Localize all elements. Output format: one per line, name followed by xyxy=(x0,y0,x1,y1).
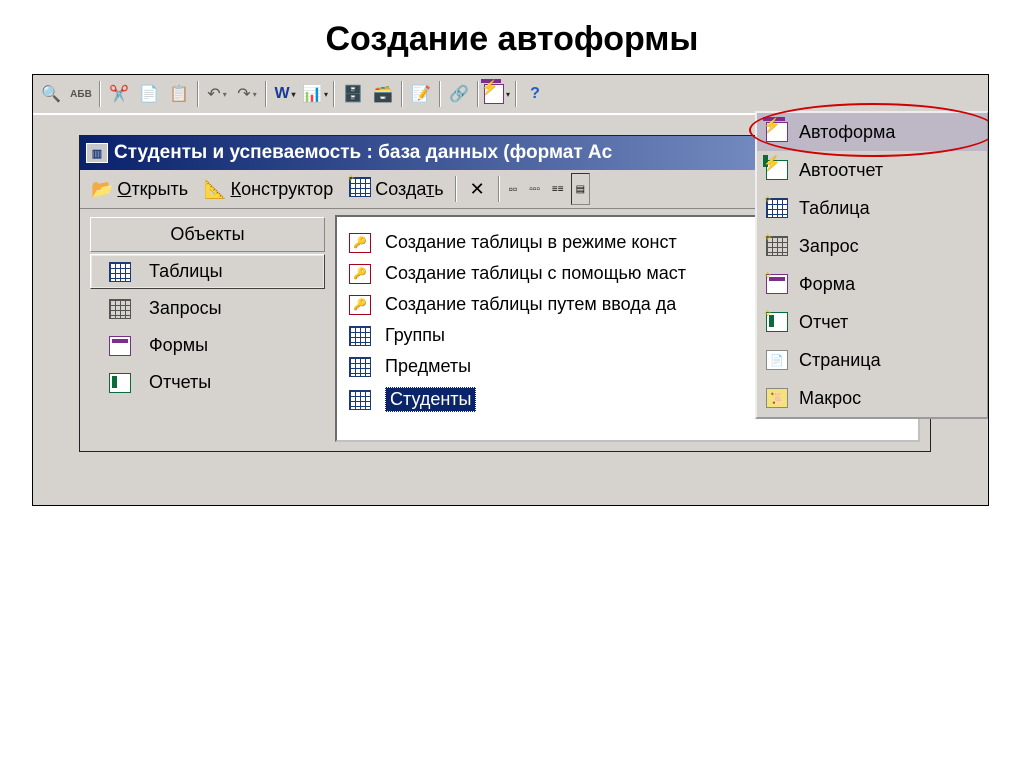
large-icons-button[interactable]: ▫▫ xyxy=(504,173,523,205)
design-icon: 📐 xyxy=(204,179,226,200)
toolbar-separator xyxy=(99,81,101,107)
main-toolbar: 🔍 АБВ ✂️ 📄 📋 ↶ ↷ W 📊 🗄️ 🗃️ 📝 🔗 ? xyxy=(33,75,988,115)
menu-item-label: Автоотчет xyxy=(799,160,883,181)
menu-item-label: Отчет xyxy=(799,312,848,333)
list-item-label: Группы xyxy=(385,325,445,346)
print-preview-button[interactable]: 🔍 xyxy=(37,80,65,108)
menu-item-label: Запрос xyxy=(799,236,859,257)
design-button[interactable]: 📐 Конструктор xyxy=(197,173,340,205)
open-button[interactable]: 📂 Открыть xyxy=(84,173,195,205)
open-rest: ткрыть xyxy=(131,179,188,199)
dependencies-button[interactable]: 🔗 xyxy=(445,80,473,108)
list-item-label: Студенты xyxy=(385,387,476,412)
list-view-button[interactable]: ≡≡ xyxy=(547,173,569,205)
analyze-button[interactable]: 📊 xyxy=(301,80,329,108)
table-icon xyxy=(349,326,371,346)
toolbar-separator xyxy=(333,81,335,107)
autoreport-icon xyxy=(765,159,789,181)
toolbar-separator xyxy=(265,81,267,107)
spellcheck-button[interactable]: АБВ xyxy=(67,80,95,108)
objects-pane: Объекты Таблицы Запросы Формы Отчеты xyxy=(80,209,335,452)
list-item-label: Предметы xyxy=(385,356,471,377)
wizard-icon: 🔑 xyxy=(349,295,371,315)
small-icons-button[interactable]: ▫▫▫ xyxy=(524,173,545,205)
table-icon xyxy=(765,197,789,219)
menu-item-label: Таблица xyxy=(799,198,870,219)
list-item-label: Создание таблицы в режиме конст xyxy=(385,232,677,253)
wizard-icon: 🔑 xyxy=(349,264,371,284)
new-object-button[interactable] xyxy=(483,80,511,108)
menu-item-autoreport[interactable]: Автоотчет xyxy=(757,151,987,189)
objects-item-tables[interactable]: Таблицы xyxy=(90,254,325,289)
tables-icon xyxy=(109,262,131,282)
list-item-label: Создание таблицы с помощью маст xyxy=(385,263,686,284)
menu-item-label: Макрос xyxy=(799,388,861,409)
report-icon xyxy=(765,311,789,333)
menu-item-label: Форма xyxy=(799,274,855,295)
db-window-icon: ▥ xyxy=(86,143,108,163)
word-link-button[interactable]: W xyxy=(271,80,299,108)
menu-item-macro[interactable]: 📜 Макрос xyxy=(757,379,987,417)
menu-item-form[interactable]: Форма xyxy=(757,265,987,303)
wizard-icon: 🔑 xyxy=(349,233,371,253)
page-icon: 📄 xyxy=(765,349,789,371)
toolbar-separator xyxy=(455,176,457,202)
toolbar-separator xyxy=(498,176,500,202)
objects-item-label: Запросы xyxy=(149,298,222,319)
toolbar-separator xyxy=(515,81,517,107)
toolbar-separator xyxy=(477,81,479,107)
undo-button[interactable]: ↶ xyxy=(203,80,231,108)
design-rest: онструктор xyxy=(241,179,333,199)
menu-item-table[interactable]: Таблица xyxy=(757,189,987,227)
menu-item-query[interactable]: Запрос xyxy=(757,227,987,265)
menu-item-label: Страница xyxy=(799,350,881,371)
macro-icon: 📜 xyxy=(765,387,789,409)
toolbar-separator xyxy=(401,81,403,107)
paste-button[interactable]: 📋 xyxy=(165,80,193,108)
form-icon xyxy=(765,273,789,295)
objects-item-reports[interactable]: Отчеты xyxy=(90,365,325,400)
access-window-clip: 🔍 АБВ ✂️ 📄 📋 ↶ ↷ W 📊 🗄️ 🗃️ 📝 🔗 ? Автофор… xyxy=(32,74,989,506)
new-object-menu: Автоформа Автоотчет Таблица Запрос Форма… xyxy=(755,111,989,419)
autoform-icon xyxy=(765,121,789,143)
query-icon xyxy=(765,235,789,257)
details-view-button[interactable]: ▤ xyxy=(571,173,590,205)
objects-item-forms[interactable]: Формы xyxy=(90,328,325,363)
relationships-button-2[interactable]: 🗃️ xyxy=(369,80,397,108)
relationships-button-1[interactable]: 🗄️ xyxy=(339,80,367,108)
open-icon: 📂 xyxy=(91,179,113,200)
copy-button[interactable]: 📄 xyxy=(135,80,163,108)
objects-item-queries[interactable]: Запросы xyxy=(90,291,325,326)
toolbar-separator xyxy=(439,81,441,107)
reports-icon xyxy=(109,373,131,393)
menu-item-label: Автоформа xyxy=(799,122,895,143)
objects-item-label: Отчеты xyxy=(149,372,211,393)
table-icon xyxy=(349,357,371,377)
delete-button[interactable]: ✕ xyxy=(461,173,494,205)
properties-button[interactable]: 📝 xyxy=(407,80,435,108)
objects-header[interactable]: Объекты xyxy=(90,217,325,252)
create-icon xyxy=(349,177,371,202)
create-button[interactable]: Создать xyxy=(342,173,450,205)
table-icon xyxy=(349,390,371,410)
queries-icon xyxy=(109,299,131,319)
list-item-label: Создание таблицы путем ввода да xyxy=(385,294,676,315)
menu-item-report[interactable]: Отчет xyxy=(757,303,987,341)
help-button[interactable]: ? xyxy=(521,80,549,108)
db-title-text: Студенты и успеваемость : база данных (ф… xyxy=(114,142,612,164)
menu-item-autoform[interactable]: Автоформа xyxy=(757,113,987,151)
cut-button[interactable]: ✂️ xyxy=(105,80,133,108)
redo-button[interactable]: ↷ xyxy=(233,80,261,108)
objects-item-label: Таблицы xyxy=(149,261,223,282)
forms-icon xyxy=(109,336,131,356)
slide-title: Создание автоформы xyxy=(0,0,1024,74)
toolbar-separator xyxy=(197,81,199,107)
objects-item-label: Формы xyxy=(149,335,208,356)
menu-item-page[interactable]: 📄 Страница xyxy=(757,341,987,379)
